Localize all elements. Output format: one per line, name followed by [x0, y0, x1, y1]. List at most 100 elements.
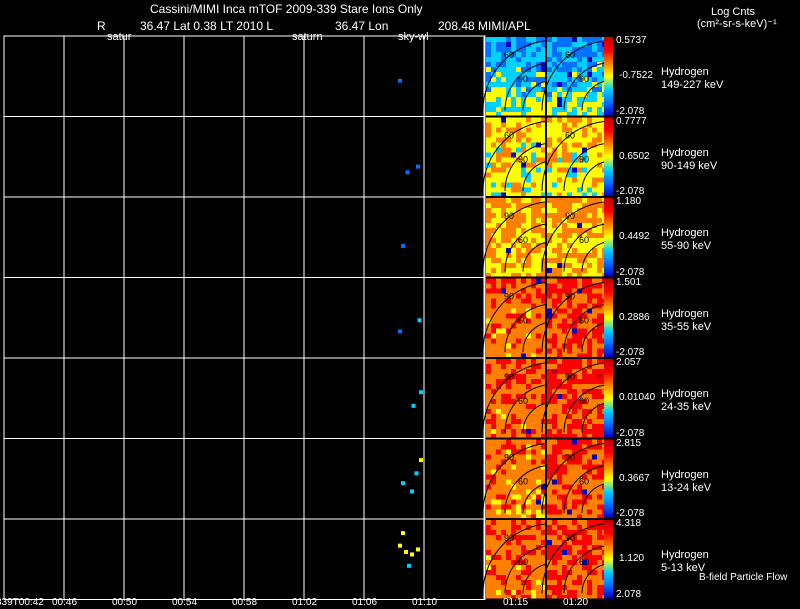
heat-cell [521, 198, 526, 203]
heat-cell [506, 550, 511, 555]
heat-cell [577, 172, 582, 178]
heat-cell [496, 238, 501, 243]
heat-cell [557, 263, 562, 268]
heat-cell [562, 112, 567, 116]
data-point [410, 552, 414, 557]
heat-cell [496, 97, 501, 102]
heat-cell [536, 494, 541, 500]
heat-cell [516, 298, 521, 304]
heat-cell [582, 117, 587, 123]
heat-cell [602, 530, 604, 535]
heat-cell [567, 389, 572, 394]
heat-cell [592, 434, 597, 438]
heat-cell [582, 298, 587, 304]
heat-cell [602, 42, 604, 47]
heat-cell [602, 147, 604, 153]
heat-cell [582, 192, 587, 196]
heat-cell [531, 218, 536, 223]
heat-cell [547, 213, 552, 218]
heat-cell [597, 293, 602, 299]
heat-cell [582, 278, 587, 284]
heat-cell [577, 419, 582, 424]
heat-cell [592, 127, 597, 133]
heat-cell [597, 540, 602, 545]
heat-cell [536, 514, 541, 518]
heat-cell [547, 348, 552, 354]
heat-cell [521, 454, 526, 460]
heat-cell [536, 52, 541, 57]
heat-cell [526, 590, 531, 595]
data-point [416, 547, 420, 552]
heat-cell [602, 525, 604, 530]
heat-cell [597, 419, 602, 424]
heat-cell [521, 489, 526, 495]
heat-cell [547, 62, 552, 67]
heat-cell [516, 419, 521, 424]
heat-cell [486, 434, 491, 438]
heat-cell [547, 328, 552, 334]
heat-cell [516, 283, 521, 289]
heat-cell [536, 550, 541, 555]
heat-cell [531, 192, 536, 196]
heat-cell [486, 359, 491, 364]
heat-cell [496, 258, 501, 263]
heat-cell [552, 57, 557, 62]
heat-cell [602, 273, 604, 277]
heat-cell [501, 243, 506, 248]
heat-cell [491, 494, 496, 500]
heat-cell [557, 167, 562, 173]
heat-cell [552, 298, 557, 304]
heat-cell [501, 514, 506, 518]
heat-cell [562, 464, 567, 470]
heat-cell [597, 424, 602, 429]
heat-cell [496, 489, 501, 495]
heat-cell [597, 177, 602, 183]
heat-cell [531, 595, 536, 599]
heat-cell [501, 520, 506, 525]
heat-cell [501, 328, 506, 334]
heat-cell [557, 474, 562, 480]
heat-cell [557, 535, 562, 540]
heat-cell [516, 469, 521, 475]
heat-cell [496, 369, 501, 374]
heat-cell [552, 213, 557, 218]
heat-cell [567, 238, 572, 243]
heat-cell [526, 359, 531, 364]
heat-cell [501, 409, 506, 414]
heat-cell [501, 555, 506, 560]
heat-cell [562, 570, 567, 575]
heat-cell [531, 187, 536, 193]
heat-cell [597, 192, 602, 196]
heat-cell [567, 152, 572, 158]
heat-cell [486, 57, 491, 62]
heat-cell [526, 218, 531, 223]
heat-cell [536, 419, 541, 424]
heat-cell [582, 268, 587, 273]
heat-cell [547, 580, 552, 585]
heat-cell [491, 117, 496, 123]
heat-cell [501, 469, 506, 475]
heat-cell [531, 535, 536, 540]
heat-cell [501, 122, 506, 128]
heat-cell [496, 87, 501, 92]
heat-cell [486, 308, 491, 314]
heat-cell [486, 333, 491, 339]
heat-cell [572, 384, 577, 389]
heat-cell [582, 127, 587, 133]
heat-cell [587, 192, 592, 196]
heat-cell [557, 509, 562, 515]
heat-cell [557, 298, 562, 304]
heat-cell [552, 514, 557, 518]
heat-cell [531, 72, 536, 77]
heat-cell [531, 514, 536, 518]
heat-cell [541, 192, 545, 196]
heat-cell [592, 580, 597, 585]
heat-cell [531, 318, 536, 324]
heat-cell [587, 278, 592, 284]
heat-cell [592, 419, 597, 424]
heat-cell [562, 278, 567, 284]
colorbar-mid-label: 0.6502 [619, 150, 650, 162]
heat-cell [597, 298, 602, 304]
heat-cell [506, 157, 511, 163]
heat-cell [592, 192, 597, 196]
